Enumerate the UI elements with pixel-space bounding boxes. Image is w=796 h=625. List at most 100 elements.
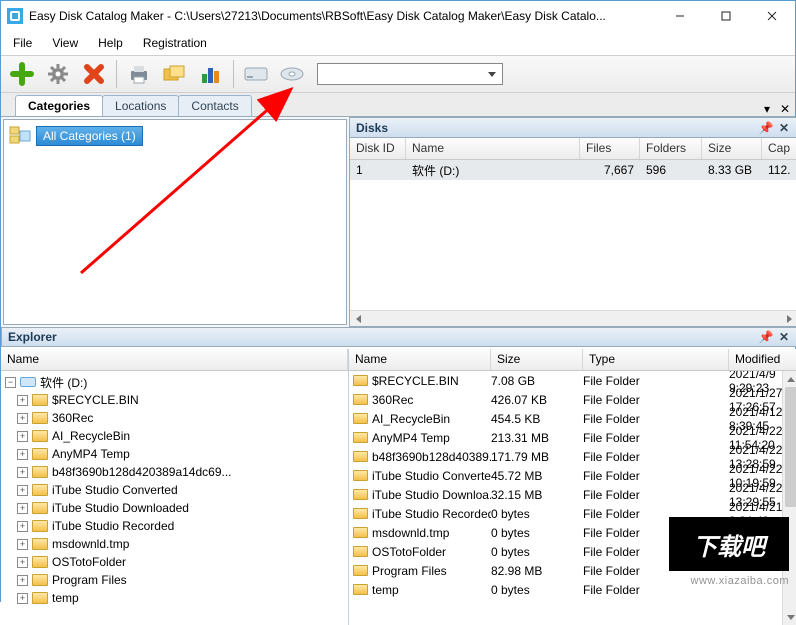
- toolbar-separator: [233, 60, 234, 88]
- tree-node[interactable]: +OSTotoFolder: [1, 553, 348, 571]
- folder-icon: [353, 546, 368, 557]
- close-icon[interactable]: ✕: [777, 330, 791, 344]
- file-name: AnyMP4 Temp: [372, 431, 450, 445]
- explorer-title: Explorer: [8, 330, 57, 344]
- col-name[interactable]: Name: [349, 349, 491, 370]
- tree-node[interactable]: +b48f3690b128d420389a14dc69...: [1, 463, 348, 481]
- category-root-label: All Categories (1): [36, 126, 143, 146]
- titlebar: Easy Disk Catalog Maker - C:\Users\27213…: [1, 1, 795, 31]
- drive-button-1[interactable]: [239, 57, 273, 91]
- menu-file[interactable]: File: [13, 36, 32, 50]
- file-size: 45.72 MB: [491, 469, 583, 483]
- chart-button[interactable]: [194, 57, 228, 91]
- tree-node-label: temp: [52, 591, 79, 605]
- expander-icon[interactable]: +: [17, 485, 28, 496]
- expander-icon[interactable]: +: [17, 395, 28, 406]
- tree-node-label: Program Files: [52, 573, 127, 587]
- category-root[interactable]: All Categories (1): [8, 124, 342, 148]
- pin-icon[interactable]: 📌: [759, 121, 773, 135]
- col-size[interactable]: Size: [491, 349, 583, 370]
- close-button[interactable]: [749, 1, 795, 31]
- maximize-button[interactable]: [703, 1, 749, 31]
- disk-row[interactable]: 1 软件 (D:) 7,667 596 8.33 GB 112.: [350, 160, 796, 180]
- disks-panel: Disks 📌 ✕ Disk ID Name Files Folders Siz…: [349, 117, 796, 327]
- file-type: File Folder: [583, 431, 729, 445]
- expander-icon[interactable]: +: [17, 413, 28, 424]
- folder-icon: [32, 394, 48, 406]
- tree-node[interactable]: +iTube Studio Recorded: [1, 517, 348, 535]
- tree-node-label: AnyMP4 Temp: [52, 447, 130, 461]
- expander-icon[interactable]: +: [17, 521, 28, 532]
- col-name[interactable]: Name: [406, 138, 580, 159]
- tree-node[interactable]: +iTube Studio Converted: [1, 481, 348, 499]
- col-files[interactable]: Files: [580, 138, 640, 159]
- file-name: iTube Studio Recorded: [372, 507, 491, 521]
- expander-icon[interactable]: −: [5, 377, 16, 388]
- expander-icon[interactable]: +: [17, 431, 28, 442]
- menu-view[interactable]: View: [52, 36, 78, 50]
- tree-node[interactable]: +AI_RecycleBin: [1, 427, 348, 445]
- folder-icon: [353, 413, 368, 424]
- folder-icon: [32, 520, 48, 532]
- expander-icon[interactable]: +: [17, 467, 28, 478]
- folder-icon: [353, 508, 368, 519]
- tab-contacts[interactable]: Contacts: [178, 95, 251, 116]
- folder-icon: [32, 592, 48, 604]
- file-size: 32.15 MB: [491, 488, 583, 502]
- delete-button[interactable]: [77, 57, 111, 91]
- file-name: $RECYCLE.BIN: [372, 374, 459, 388]
- disk-name: 软件 (D:): [406, 160, 580, 181]
- pin-icon[interactable]: 📌: [759, 330, 773, 344]
- folder-icon: [353, 394, 368, 405]
- drive-button-2[interactable]: [275, 57, 309, 91]
- folder-icon: [32, 538, 48, 550]
- tree-node[interactable]: +iTube Studio Downloaded: [1, 499, 348, 517]
- watermark-url: www.xiazaiba.com: [691, 575, 789, 587]
- folder-icon: [32, 502, 48, 514]
- settings-button[interactable]: [41, 57, 75, 91]
- file-type: File Folder: [583, 469, 729, 483]
- minimize-button[interactable]: [657, 1, 703, 31]
- toolbar-combo[interactable]: [317, 63, 503, 85]
- folder-icon: [353, 451, 368, 462]
- tree-node[interactable]: + AnyMP4 Temp: [1, 445, 348, 463]
- tree-root[interactable]: − 软件 (D:): [1, 373, 348, 391]
- folder-icon: [32, 430, 48, 442]
- tabs-close-icon[interactable]: ✕: [775, 102, 795, 116]
- col-name[interactable]: Name: [1, 349, 348, 370]
- expander-icon[interactable]: +: [17, 575, 28, 586]
- col-size[interactable]: Size: [702, 138, 762, 159]
- col-diskid[interactable]: Disk ID: [350, 138, 406, 159]
- expander-icon[interactable]: +: [17, 557, 28, 568]
- tree-node[interactable]: +$RECYCLE.BIN: [1, 391, 348, 409]
- expander-icon[interactable]: +: [17, 503, 28, 514]
- tree-root-label: 软件 (D:): [40, 374, 87, 391]
- col-type[interactable]: Type: [583, 349, 729, 370]
- tabs-dropdown-icon[interactable]: ▾: [759, 102, 775, 116]
- col-cap[interactable]: Cap: [762, 138, 796, 159]
- left-tabs: Categories Locations Contacts ▾ ✕: [1, 93, 795, 117]
- expander-icon[interactable]: +: [17, 449, 28, 460]
- tree-node[interactable]: + Program Files: [1, 571, 348, 589]
- window-title: Easy Disk Catalog Maker - C:\Users\27213…: [29, 9, 657, 23]
- col-modified[interactable]: Modified: [729, 349, 796, 370]
- tab-locations[interactable]: Locations: [102, 95, 179, 116]
- tree-node[interactable]: +msdownld.tmp: [1, 535, 348, 553]
- col-folders[interactable]: Folders: [640, 138, 702, 159]
- tree-node[interactable]: +temp: [1, 589, 348, 607]
- folder-icon: [32, 466, 48, 478]
- file-name: msdownld.tmp: [372, 526, 449, 540]
- add-button[interactable]: [5, 57, 39, 91]
- close-icon[interactable]: ✕: [777, 121, 791, 135]
- menu-help[interactable]: Help: [98, 36, 123, 50]
- menu-registration[interactable]: Registration: [143, 36, 207, 50]
- tab-categories[interactable]: Categories: [15, 95, 103, 116]
- tree-node[interactable]: +360Rec: [1, 409, 348, 427]
- explorer-tree-panel: Name − 软件 (D:)+$RECYCLE.BIN+360Rec+AI_Rec…: [1, 349, 349, 625]
- expander-icon[interactable]: +: [17, 539, 28, 550]
- folders-button[interactable]: [158, 57, 192, 91]
- menubar: File View Help Registration: [1, 31, 795, 55]
- disk-cap: 112.: [762, 161, 796, 179]
- disks-hscroll[interactable]: [350, 310, 796, 326]
- print-button[interactable]: [122, 57, 156, 91]
